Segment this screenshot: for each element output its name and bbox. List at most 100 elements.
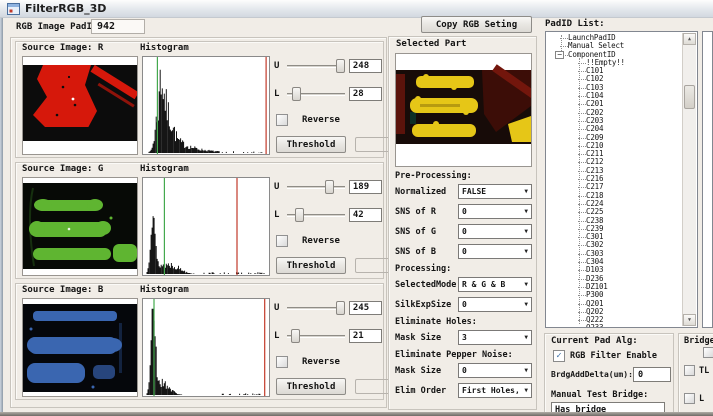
reverse-checkbox[interactable] xyxy=(276,114,288,126)
tree-item[interactable]: C216 xyxy=(546,175,682,183)
tree-item[interactable]: C218 xyxy=(546,192,682,200)
tree-item[interactable]: D103 xyxy=(546,266,682,274)
param-dropdown[interactable]: 0 ▼ xyxy=(458,244,532,259)
tree-item[interactable]: C210 xyxy=(546,142,682,150)
upper-threshold-slider[interactable] xyxy=(287,58,345,74)
tree-item[interactable]: C213 xyxy=(546,167,682,175)
bridge-tl-checkbox[interactable] xyxy=(684,365,695,376)
param-dropdown[interactable]: FALSE ▼ xyxy=(458,184,532,199)
chevron-down-icon: ▼ xyxy=(524,248,528,255)
tree-item[interactable]: C204 xyxy=(546,125,682,133)
upper-threshold-slider[interactable] xyxy=(287,300,345,316)
threshold-button[interactable]: Threshold xyxy=(276,136,346,153)
reverse-checkbox[interactable] xyxy=(276,356,288,368)
upper-threshold-value[interactable]: 248 xyxy=(349,59,382,73)
tree-item[interactable]: C217 xyxy=(546,183,682,191)
param-dropdown[interactable]: 0 ▼ xyxy=(458,224,532,239)
param-dropdown[interactable]: 0 ▼ xyxy=(458,363,532,378)
tree-item[interactable]: C209 xyxy=(546,134,682,142)
threshold-button[interactable]: Threshold xyxy=(276,378,346,395)
tree-item[interactable]: DZ101 xyxy=(546,283,682,291)
lower-threshold-slider[interactable] xyxy=(287,207,345,223)
param-row: Mask Size 3 ▼ xyxy=(395,330,532,345)
slider-thumb[interactable] xyxy=(291,329,300,343)
upper-slider-label: U xyxy=(274,303,283,313)
param-label: SelectedMode xyxy=(395,280,456,290)
tree-item[interactable]: Q222 xyxy=(546,316,682,324)
tree-connector xyxy=(578,320,586,321)
scrollbar-thumb[interactable] xyxy=(684,85,695,109)
tree-connector xyxy=(578,79,586,80)
tree-item[interactable]: C302 xyxy=(546,241,682,249)
tree-item[interactable]: C304 xyxy=(546,258,682,266)
tree-connector xyxy=(578,229,586,230)
tree-item[interactable]: Q201 xyxy=(546,300,682,308)
tree-item[interactable]: C201 xyxy=(546,100,682,108)
tree-item[interactable]: C101 xyxy=(546,67,682,75)
lower-threshold-value[interactable]: 42 xyxy=(349,208,382,222)
tree-item[interactable]: C202 xyxy=(546,109,682,117)
lower-threshold-slider[interactable] xyxy=(287,86,345,102)
upper-threshold-value[interactable]: 189 xyxy=(349,180,382,194)
bridge-checkbox-partial[interactable] xyxy=(703,347,713,358)
slider-thumb[interactable] xyxy=(336,59,345,73)
upper-threshold-value[interactable]: 245 xyxy=(349,301,382,315)
tree-item[interactable]: C212 xyxy=(546,158,682,166)
slider-thumb[interactable] xyxy=(292,87,301,101)
param-row: Normalized FALSE ▼ xyxy=(395,184,532,199)
app-icon xyxy=(7,3,20,15)
param-dropdown[interactable]: First Holes, ▼ xyxy=(458,383,532,398)
padid-label: RGB Image PadID: xyxy=(16,22,103,32)
tree-item[interactable]: C103 xyxy=(546,84,682,92)
tree-connector xyxy=(578,312,586,313)
lower-threshold-slider[interactable] xyxy=(287,328,345,344)
param-dropdown[interactable]: 0 ▼ xyxy=(458,297,532,312)
tree-connector xyxy=(578,88,586,89)
section-title: Eliminate Pepper Noise: xyxy=(395,350,532,361)
collapse-icon[interactable]: − xyxy=(555,51,564,59)
adjacent-panel-sliver xyxy=(702,31,713,328)
chevron-down-icon: ▼ xyxy=(524,367,528,374)
lower-threshold-value[interactable]: 21 xyxy=(349,329,382,343)
tree-connector xyxy=(578,96,586,97)
tree-item[interactable]: D236 xyxy=(546,275,682,283)
tree-item[interactable]: C301 xyxy=(546,233,682,241)
section-title: Eliminate Holes: xyxy=(395,317,532,328)
param-dropdown[interactable]: R & G & B ▼ xyxy=(458,277,532,292)
tree-item[interactable]: Q202 xyxy=(546,308,682,316)
slider-thumb[interactable] xyxy=(336,301,345,315)
tree-item[interactable]: C224 xyxy=(546,200,682,208)
panel-title: Source Image: B xyxy=(22,285,103,295)
tree-connector xyxy=(578,212,586,213)
copy-rgb-setting-button[interactable]: Copy RGB Seting xyxy=(421,16,532,33)
tree-item[interactable]: C203 xyxy=(546,117,682,125)
tree-item[interactable]: C211 xyxy=(546,150,682,158)
tree-item[interactable]: C104 xyxy=(546,92,682,100)
tree-item[interactable]: P300 xyxy=(546,291,682,299)
lower-threshold-value[interactable]: 28 xyxy=(349,87,382,101)
tree-item[interactable]: C303 xyxy=(546,250,682,258)
slider-thumb[interactable] xyxy=(295,208,304,222)
bridge-delta-input[interactable]: 0 xyxy=(633,367,671,382)
rgb-filter-enable-checkbox[interactable]: ✓ xyxy=(553,350,565,362)
tree-item[interactable]: C225 xyxy=(546,208,682,216)
tree-scrollbar[interactable]: ▲ ▼ xyxy=(682,33,696,326)
param-dropdown[interactable]: 3 ▼ xyxy=(458,330,532,345)
tree-connector xyxy=(578,113,586,114)
tree-item[interactable]: C238 xyxy=(546,217,682,225)
source-image xyxy=(22,177,138,276)
tree-item[interactable]: C102 xyxy=(546,75,682,83)
threshold-button[interactable]: Threshold xyxy=(276,257,346,274)
scroll-up-icon[interactable]: ▲ xyxy=(683,33,696,45)
tree-item[interactable]: Q233 xyxy=(546,324,682,327)
param-dropdown[interactable]: 0 ▼ xyxy=(458,204,532,219)
tree-item[interactable]: !!Empty!! xyxy=(546,59,682,67)
slider-thumb[interactable] xyxy=(325,180,334,194)
padid-value-box[interactable]: 942 xyxy=(91,19,145,34)
manual-test-bridge-label: Manual Test Bridge: xyxy=(551,390,648,400)
reverse-checkbox[interactable] xyxy=(276,235,288,247)
bridge-l-checkbox[interactable] xyxy=(684,393,695,404)
tree-item[interactable]: C239 xyxy=(546,225,682,233)
upper-threshold-slider[interactable] xyxy=(287,179,345,195)
scroll-down-icon[interactable]: ▼ xyxy=(683,314,696,326)
